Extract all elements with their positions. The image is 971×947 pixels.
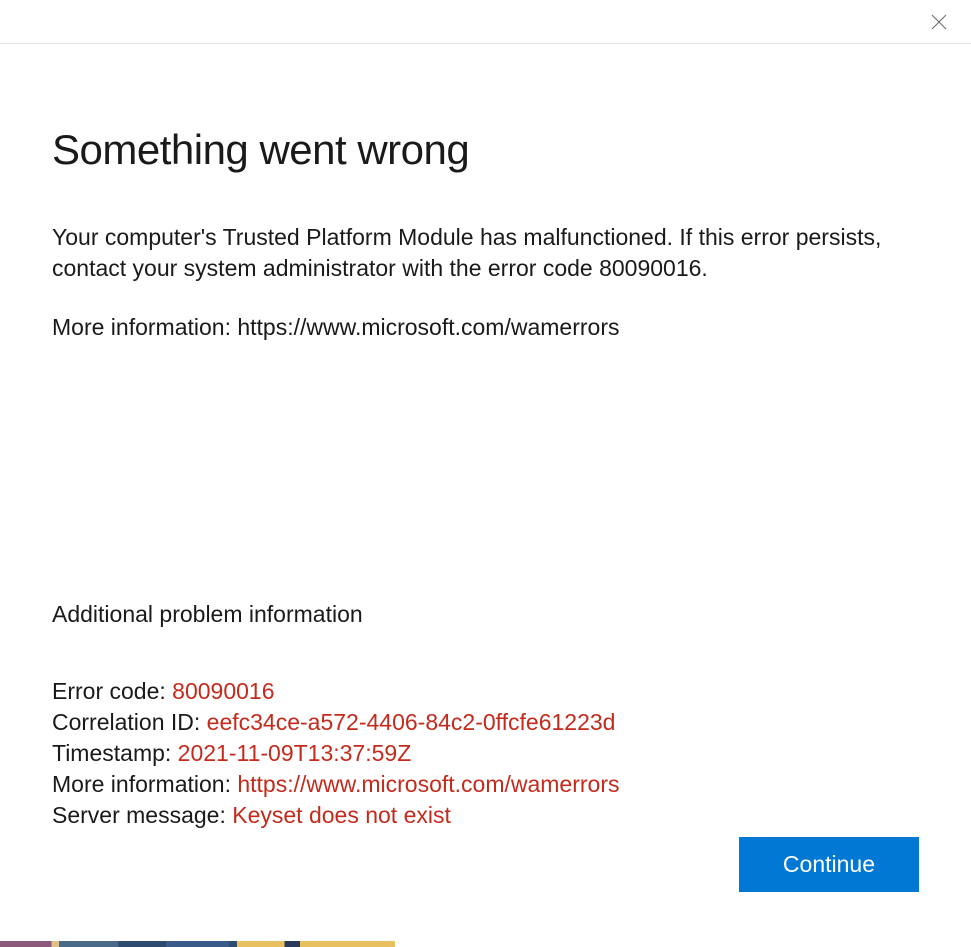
- server-message-label: Server message:: [52, 802, 232, 828]
- timestamp-row: Timestamp: 2021-11-09T13:37:59Z: [52, 738, 919, 769]
- close-icon: [931, 14, 947, 30]
- server-message-value: Keyset does not exist: [232, 802, 451, 828]
- error-code-value: 80090016: [172, 678, 274, 704]
- button-row: Continue: [739, 837, 919, 892]
- more-info-label: More information:: [52, 771, 237, 797]
- server-message-row: Server message: Keyset does not exist: [52, 800, 919, 831]
- error-heading: Something went wrong: [52, 126, 919, 174]
- correlation-id-row: Correlation ID: eefc34ce-a572-4406-84c2-…: [52, 707, 919, 738]
- error-description: Your computer's Trusted Platform Module …: [52, 222, 919, 284]
- more-info-text: More information: https://www.microsoft.…: [52, 314, 919, 341]
- correlation-id-label: Correlation ID:: [52, 709, 207, 735]
- timestamp-value: 2021-11-09T13:37:59Z: [178, 740, 412, 766]
- continue-button[interactable]: Continue: [739, 837, 919, 892]
- titlebar: [0, 0, 971, 44]
- timestamp-label: Timestamp:: [52, 740, 178, 766]
- additional-info-heading: Additional problem information: [52, 601, 919, 628]
- correlation-id-value: eefc34ce-a572-4406-84c2-0ffcfe61223d: [207, 709, 616, 735]
- more-info-link[interactable]: https://www.microsoft.com/wamerrors: [237, 771, 619, 797]
- close-button[interactable]: [929, 12, 949, 32]
- taskbar-fragment: [0, 941, 395, 947]
- more-info-row: More information: https://www.microsoft.…: [52, 769, 919, 800]
- dialog-content: Something went wrong Your computer's Tru…: [0, 44, 971, 831]
- error-code-row: Error code: 80090016: [52, 676, 919, 707]
- error-code-label: Error code:: [52, 678, 172, 704]
